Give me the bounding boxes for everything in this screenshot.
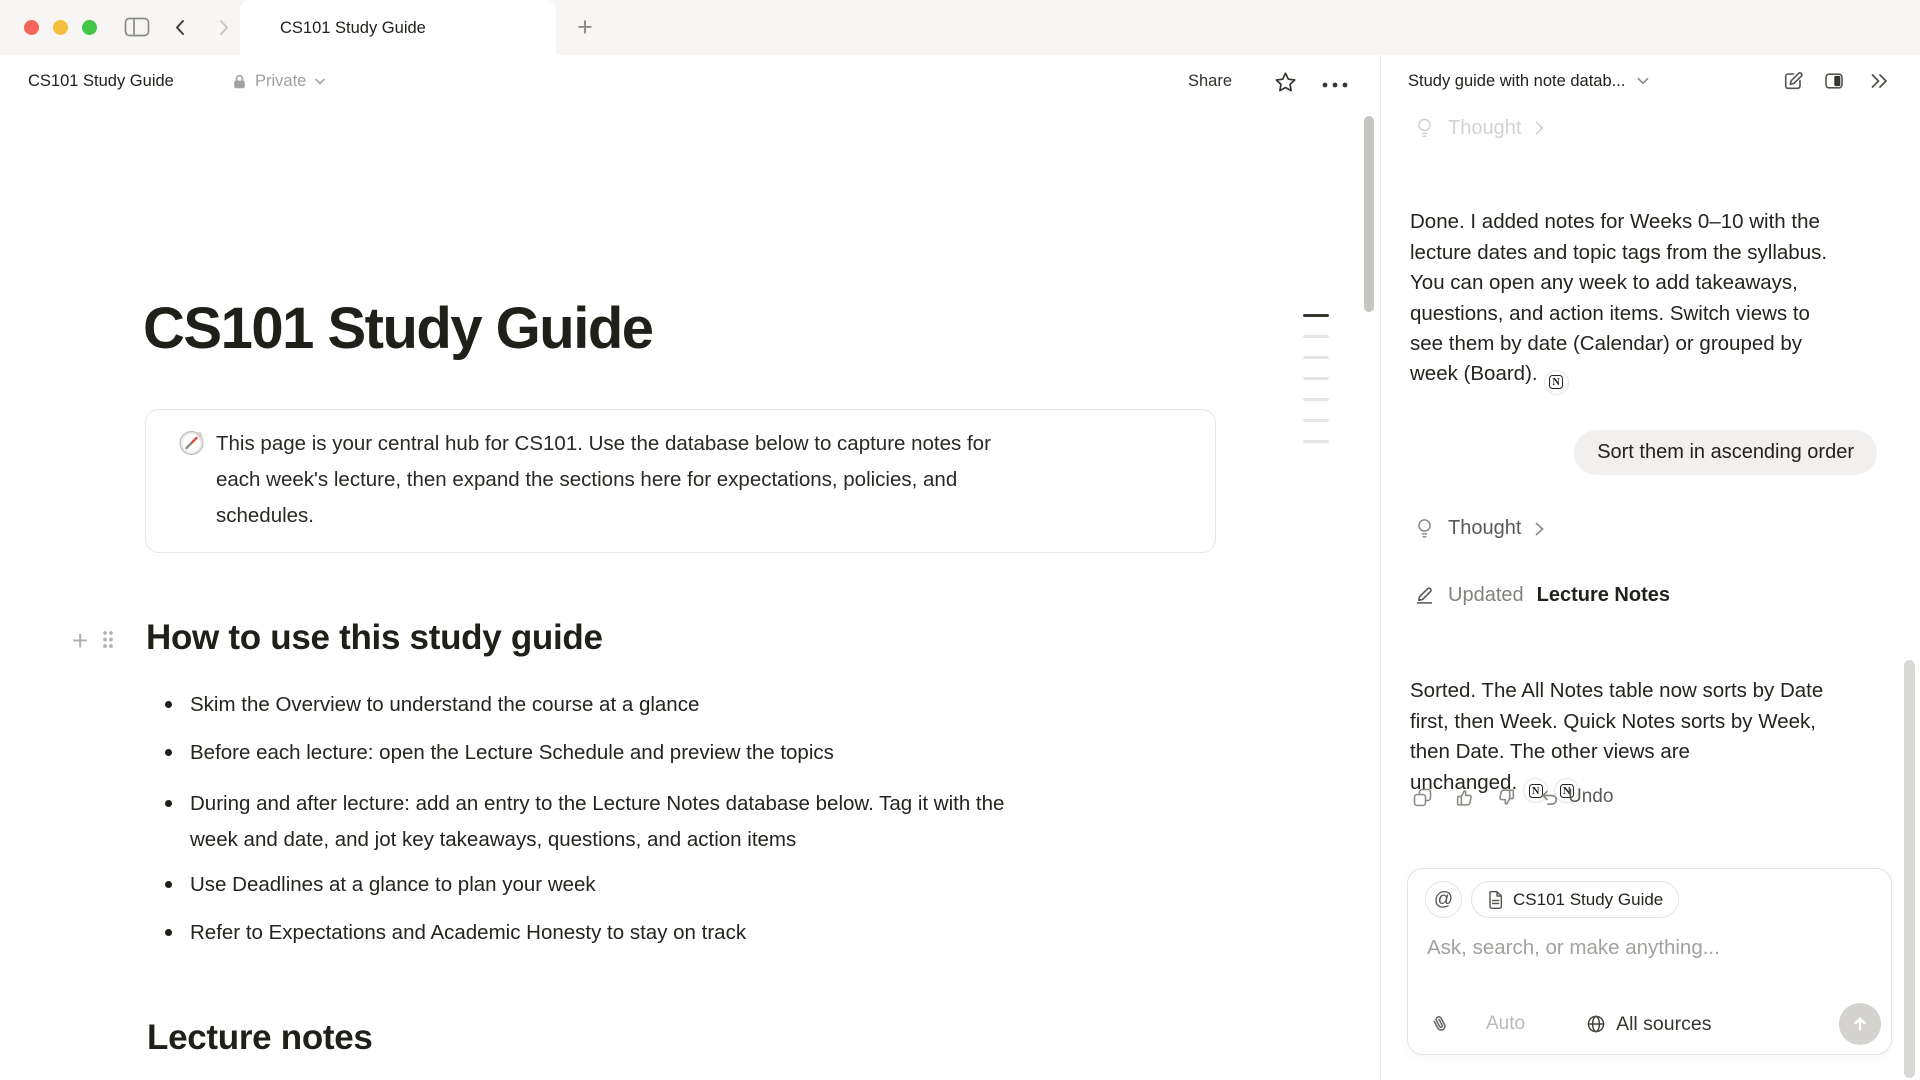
toc-mark[interactable] <box>1303 440 1329 443</box>
thumbs-down-icon[interactable] <box>1496 787 1517 808</box>
bullet-item[interactable]: During and after lecture: add an entry t… <box>146 786 1166 858</box>
bullet-marker <box>165 701 172 708</box>
minimize-window-button[interactable] <box>53 20 68 35</box>
window-tab-bar: CS101 Study Guide + <box>0 0 1920 56</box>
chevron-down-icon <box>314 77 326 86</box>
send-button[interactable] <box>1839 1003 1881 1045</box>
bullet-item[interactable]: Before each lecture: open the Lecture Sc… <box>146 738 1166 768</box>
chevron-down-icon <box>1636 76 1650 86</box>
user-message-bubble: Sort them in ascending order <box>1574 430 1877 475</box>
more-options-icon[interactable] <box>1322 82 1350 88</box>
assistant-scrollbar[interactable] <box>1904 660 1915 1078</box>
thumbs-up-icon[interactable] <box>1454 787 1475 808</box>
collapse-panel-double-chevron-icon[interactable] <box>1868 70 1891 92</box>
new-tab-button[interactable]: + <box>566 0 604 55</box>
assistant-thread-title[interactable]: Study guide with note datab... <box>1408 55 1650 107</box>
assistant-message: Sorted. The All Notes table now sorts by… <box>1410 646 1880 803</box>
thought-label: Thought <box>1448 517 1521 540</box>
bullet-item[interactable]: Skim the Overview to understand the cour… <box>146 690 1166 720</box>
drag-handle-icon[interactable] <box>101 629 115 650</box>
add-block-icon[interactable]: + <box>72 625 88 657</box>
assistant-header: Study guide with note datab... <box>1381 55 1920 107</box>
undo-button[interactable]: Undo <box>1538 786 1613 808</box>
thought-row[interactable]: Thought <box>1414 516 1545 541</box>
panel-divider <box>1380 55 1381 1080</box>
lock-icon <box>232 73 247 90</box>
notion-page-badge-icon[interactable]: N <box>1544 370 1569 395</box>
privacy-control[interactable]: Private <box>232 55 326 107</box>
main-scrollbar[interactable] <box>1364 116 1374 312</box>
toc-mark[interactable] <box>1303 419 1329 422</box>
bullet-marker <box>165 881 172 888</box>
updated-target[interactable]: Lecture Notes <box>1537 584 1670 607</box>
back-icon[interactable] <box>170 17 190 38</box>
compass-emoji-icon <box>178 429 205 456</box>
toc-mark[interactable] <box>1303 377 1329 380</box>
document-icon <box>1487 890 1504 910</box>
tab-title: CS101 Study Guide <box>280 19 426 38</box>
bullet-marker <box>165 929 172 936</box>
all-sources-button[interactable] <box>1585 1013 1607 1035</box>
composer-toolbar: Auto All sources <box>1428 1001 1881 1047</box>
open-side-panel-icon[interactable] <box>1823 70 1845 92</box>
thought-label: Thought <box>1448 117 1521 140</box>
all-sources-label[interactable]: All sources <box>1616 1013 1711 1036</box>
bullet-item[interactable]: Refer to Expectations and Academic Hones… <box>146 918 1166 948</box>
favorite-star-icon[interactable] <box>1274 71 1297 94</box>
page-header: CS101 Study Guide Private Share <box>0 55 1381 107</box>
bullet-item[interactable]: Use Deadlines at a glance to plan your w… <box>146 870 1166 900</box>
bullet-marker <box>165 800 172 807</box>
attachment-paperclip-icon[interactable] <box>1428 1013 1450 1035</box>
updated-label: Updated <box>1448 584 1524 607</box>
copy-icon[interactable] <box>1412 787 1433 808</box>
toc-mark[interactable] <box>1303 356 1329 359</box>
new-chat-icon[interactable] <box>1782 70 1804 92</box>
close-window-button[interactable] <box>24 20 39 35</box>
assistant-input[interactable] <box>1425 935 1869 961</box>
forward-icon[interactable] <box>214 17 234 38</box>
auto-mode-label[interactable]: Auto <box>1486 1013 1525 1035</box>
toggle-sidebar-icon[interactable] <box>124 16 150 38</box>
assistant-message: Done. I added notes for Weeks 0–10 with … <box>1410 177 1880 395</box>
callout-text[interactable]: This page is your central hub for CS101.… <box>216 426 1176 534</box>
section-heading-how-to-use[interactable]: How to use this study guide <box>146 618 603 658</box>
toc-mark[interactable] <box>1303 314 1329 317</box>
undo-arrow-icon <box>1538 787 1560 808</box>
message-actions: Undo <box>1412 786 1613 808</box>
arrow-up-icon <box>1849 1013 1871 1035</box>
privacy-label: Private <box>255 72 306 91</box>
section-heading-lecture-notes[interactable]: Lecture notes <box>147 1018 373 1058</box>
toc-mark[interactable] <box>1303 335 1329 338</box>
pen-line-icon <box>1414 585 1435 606</box>
chevron-right-icon <box>1534 120 1545 136</box>
updated-row[interactable]: Updated Lecture Notes <box>1414 584 1670 607</box>
context-page-chip[interactable]: CS101 Study Guide <box>1471 881 1679 918</box>
browser-tab[interactable]: CS101 Study Guide <box>240 0 556 56</box>
mention-at-button[interactable]: @ <box>1425 881 1462 918</box>
callout-block[interactable]: This page is your central hub for CS101.… <box>145 409 1216 553</box>
bullet-marker <box>165 749 172 756</box>
assistant-composer[interactable]: @ CS101 Study Guide Auto All sources <box>1407 868 1892 1055</box>
thought-row-faded[interactable]: Thought <box>1414 116 1545 140</box>
lightbulb-icon <box>1414 516 1435 541</box>
chevron-right-icon <box>1534 521 1545 537</box>
page-title[interactable]: CS101 Study Guide <box>143 295 653 362</box>
share-button[interactable]: Share <box>1188 55 1232 107</box>
globe-icon <box>1585 1013 1607 1035</box>
lightbulb-icon <box>1414 116 1435 140</box>
breadcrumb[interactable]: CS101 Study Guide <box>28 55 174 107</box>
toc-mark[interactable] <box>1303 398 1329 401</box>
zoom-window-button[interactable] <box>82 20 97 35</box>
